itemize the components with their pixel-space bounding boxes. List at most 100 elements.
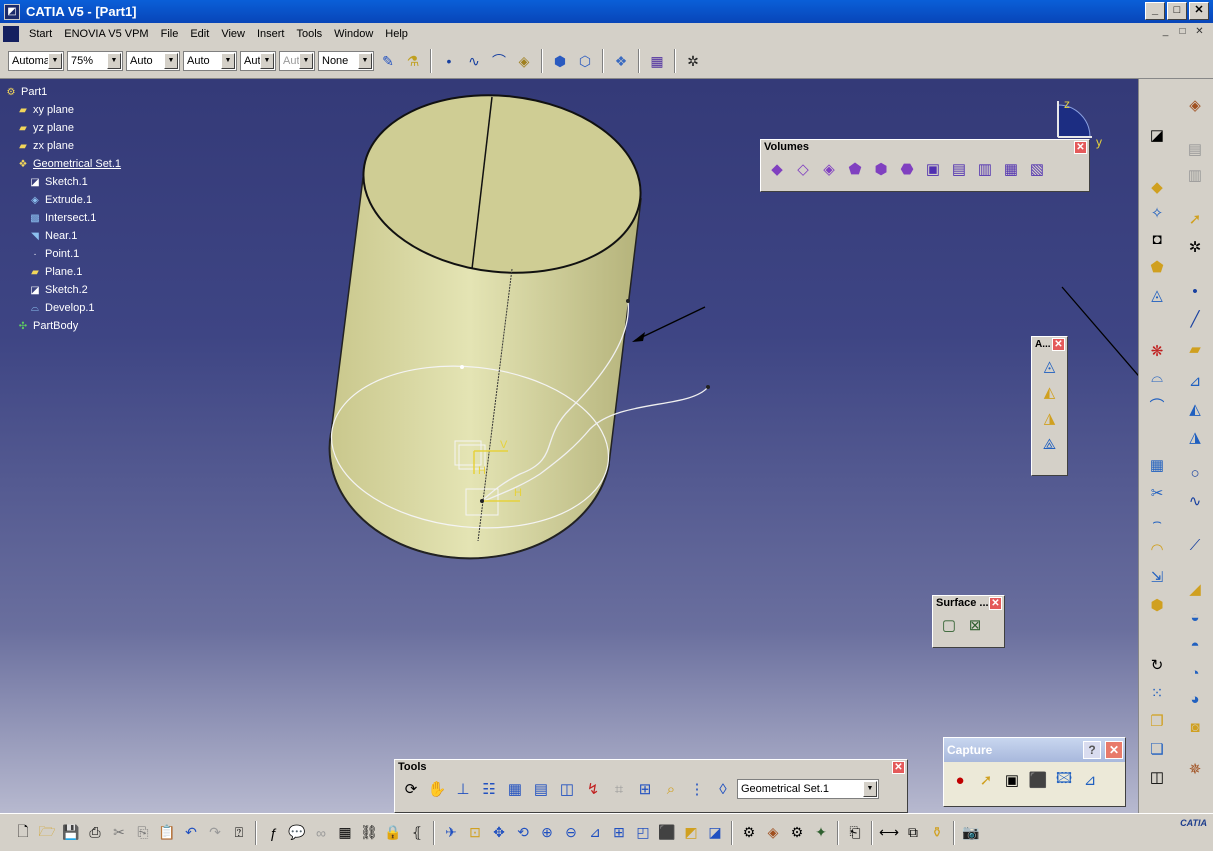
- point-icon[interactable]: •: [438, 50, 460, 72]
- redo-icon[interactable]: ↷: [204, 822, 226, 844]
- surface-wireframe-icon[interactable]: ⊠: [963, 613, 987, 637]
- pan-icon[interactable]: ✥: [488, 822, 510, 844]
- connect-checker-icon[interactable]: ⟁: [1038, 432, 1062, 456]
- update-icon[interactable]: ⟳: [399, 777, 423, 801]
- fill-tool-icon[interactable]: ⬟: [1145, 255, 1169, 279]
- fit-all-icon[interactable]: ⊡: [464, 822, 486, 844]
- dropdown-arrow-icon[interactable]: ▼: [260, 53, 274, 69]
- transparency-combo[interactable]: 75% ▼: [67, 51, 123, 71]
- points-grid-icon[interactable]: ⁙: [1145, 681, 1169, 705]
- repetition-icon[interactable]: ↻: [1145, 653, 1169, 677]
- fillet-tool-icon[interactable]: ◠: [1145, 537, 1169, 561]
- offset-tool-icon[interactable]: ◘: [1145, 227, 1169, 251]
- curvature-analysis-icon[interactable]: ◮: [1038, 406, 1062, 430]
- sketcher-icon[interactable]: ◪: [1145, 123, 1169, 147]
- tree-item-sketch2[interactable]: ◪ Sketch.2: [4, 281, 121, 299]
- save-icon[interactable]: 💾: [60, 822, 82, 844]
- join-tool-icon[interactable]: ❋: [1145, 339, 1169, 363]
- capture-3d-icon[interactable]: ⬛: [1026, 768, 1050, 792]
- volume-blend-icon[interactable]: ⬣: [895, 157, 919, 181]
- tools-toolbar-title[interactable]: Tools ✕: [395, 760, 907, 775]
- open-file-icon[interactable]: 🗁: [36, 822, 58, 844]
- blend-tool-icon[interactable]: ⌢: [1145, 509, 1169, 533]
- relations-icon[interactable]: ⦃: [406, 822, 428, 844]
- menu-file[interactable]: File: [155, 28, 185, 40]
- tree-item-zx-plane[interactable]: ▰ zx plane: [4, 137, 121, 155]
- volumes-toolbar-title[interactable]: Volumes ✕: [761, 140, 1089, 155]
- line-thickness-combo[interactable]: Auto ▼: [126, 51, 180, 71]
- measure-between-icon[interactable]: ⟷: [878, 822, 900, 844]
- catalog-icon[interactable]: ❐: [1145, 709, 1169, 733]
- volume-sweep-icon[interactable]: ◈: [817, 157, 841, 181]
- dropdown-arrow-icon[interactable]: ▼: [863, 781, 877, 797]
- apply-material-icon[interactable]: ⚗: [402, 50, 424, 72]
- near-tool-icon[interactable]: ⌒: [1145, 393, 1169, 417]
- shading-icon[interactable]: ⬛: [656, 822, 678, 844]
- zoom-in-icon[interactable]: ⊕: [536, 822, 558, 844]
- geometrical-set-combo[interactable]: Geometrical Set.1 ▼: [737, 779, 879, 799]
- layer-combo[interactable]: None ▼: [318, 51, 374, 71]
- tree-item-plane1[interactable]: ▰ Plane.1: [4, 263, 121, 281]
- capture-tool-icon[interactable]: ⎗: [844, 822, 866, 844]
- surface-analysis-icon[interactable]: ◬: [1038, 354, 1062, 378]
- select-arrow-icon[interactable]: ➚: [1183, 207, 1207, 231]
- menu-start[interactable]: Start: [23, 28, 58, 40]
- new-file-icon[interactable]: 🗋: [12, 822, 34, 844]
- circle-tool-icon[interactable]: ○: [1183, 461, 1207, 485]
- fly-mode-icon[interactable]: ✈: [440, 822, 462, 844]
- split-tool-icon[interactable]: ✂: [1145, 481, 1169, 505]
- close-icon[interactable]: ✕: [1105, 741, 1123, 759]
- projection-tool-icon[interactable]: ⊿: [1183, 369, 1207, 393]
- spec-tree-icon[interactable]: ☷: [477, 777, 501, 801]
- volume-union-trim-icon[interactable]: ▦: [999, 157, 1023, 181]
- copy-icon[interactable]: ⎘: [132, 822, 154, 844]
- translate-tool-icon[interactable]: ⇲: [1145, 565, 1169, 589]
- plane-tool-icon[interactable]: ◈: [513, 50, 535, 72]
- instantiate-icon[interactable]: ◫: [1145, 765, 1169, 789]
- dropdown-arrow-icon[interactable]: ▼: [164, 53, 178, 69]
- multi-view-icon[interactable]: ⊞: [608, 822, 630, 844]
- minimize-button[interactable]: _: [1145, 2, 1165, 20]
- hierarchy-icon[interactable]: ⊞: [633, 777, 657, 801]
- close-icon[interactable]: ✕: [1074, 141, 1087, 154]
- dropdown-arrow-icon[interactable]: ▼: [299, 53, 313, 69]
- comment-icon[interactable]: 💬: [286, 822, 308, 844]
- maximize-button[interactable]: □: [1167, 2, 1187, 20]
- menu-help[interactable]: Help: [379, 28, 414, 40]
- measure-icon[interactable]: ✲: [682, 50, 704, 72]
- camera-icon[interactable]: 📷: [960, 822, 982, 844]
- develop-tool-icon[interactable]: ⌓: [1145, 365, 1169, 389]
- select-mode-icon[interactable]: ➚: [974, 768, 998, 792]
- tree-item-part1[interactable]: ⚙ Part1: [4, 83, 121, 101]
- lock-icon[interactable]: 🔒: [382, 822, 404, 844]
- dropdown-arrow-icon[interactable]: ▼: [221, 53, 235, 69]
- multisection-icon[interactable]: ◕: [1183, 687, 1207, 711]
- catia-app-icon[interactable]: ◩: [4, 3, 20, 20]
- dropdown-arrow-icon[interactable]: ▼: [358, 53, 372, 69]
- mesh-tool-icon[interactable]: ▦: [1145, 453, 1169, 477]
- intersection-tool-icon[interactable]: ◭: [1183, 397, 1207, 421]
- a-toolbar-title[interactable]: A... ✕: [1032, 337, 1067, 352]
- color-combo[interactable]: Automa ▼: [8, 51, 64, 71]
- dropdown-arrow-icon[interactable]: ▼: [107, 53, 121, 69]
- manipulate-icon[interactable]: ✋: [425, 777, 449, 801]
- dropdown-arrow-icon[interactable]: ▼: [48, 53, 62, 69]
- volume-loft-icon[interactable]: ⬟: [843, 157, 867, 181]
- swap-visible-icon[interactable]: ◪: [704, 822, 726, 844]
- menu-insert[interactable]: Insert: [251, 28, 291, 40]
- tree-item-partbody[interactable]: ✣ PartBody: [4, 317, 121, 335]
- grid-icon[interactable]: ▦: [503, 777, 527, 801]
- mdi-minimize-button[interactable]: _: [1158, 26, 1173, 40]
- close-icon[interactable]: ✕: [1052, 338, 1065, 351]
- surface-box-icon[interactable]: ▢: [937, 613, 961, 637]
- cut-icon[interactable]: ✂: [108, 822, 130, 844]
- capture-image-icon[interactable]: 🖾: [1052, 768, 1076, 792]
- knowledge-icon[interactable]: ✵: [1183, 757, 1207, 781]
- menu-window[interactable]: Window: [328, 28, 379, 40]
- assembly-icon[interactable]: ❖: [610, 50, 632, 72]
- tree-item-yz-plane[interactable]: ▰ yz plane: [4, 119, 121, 137]
- workbench-icon[interactable]: ◈: [1183, 93, 1207, 117]
- extract-tool-icon[interactable]: ⬢: [1145, 593, 1169, 617]
- table-icon[interactable]: ▦: [334, 822, 356, 844]
- menu-tools[interactable]: Tools: [290, 28, 328, 40]
